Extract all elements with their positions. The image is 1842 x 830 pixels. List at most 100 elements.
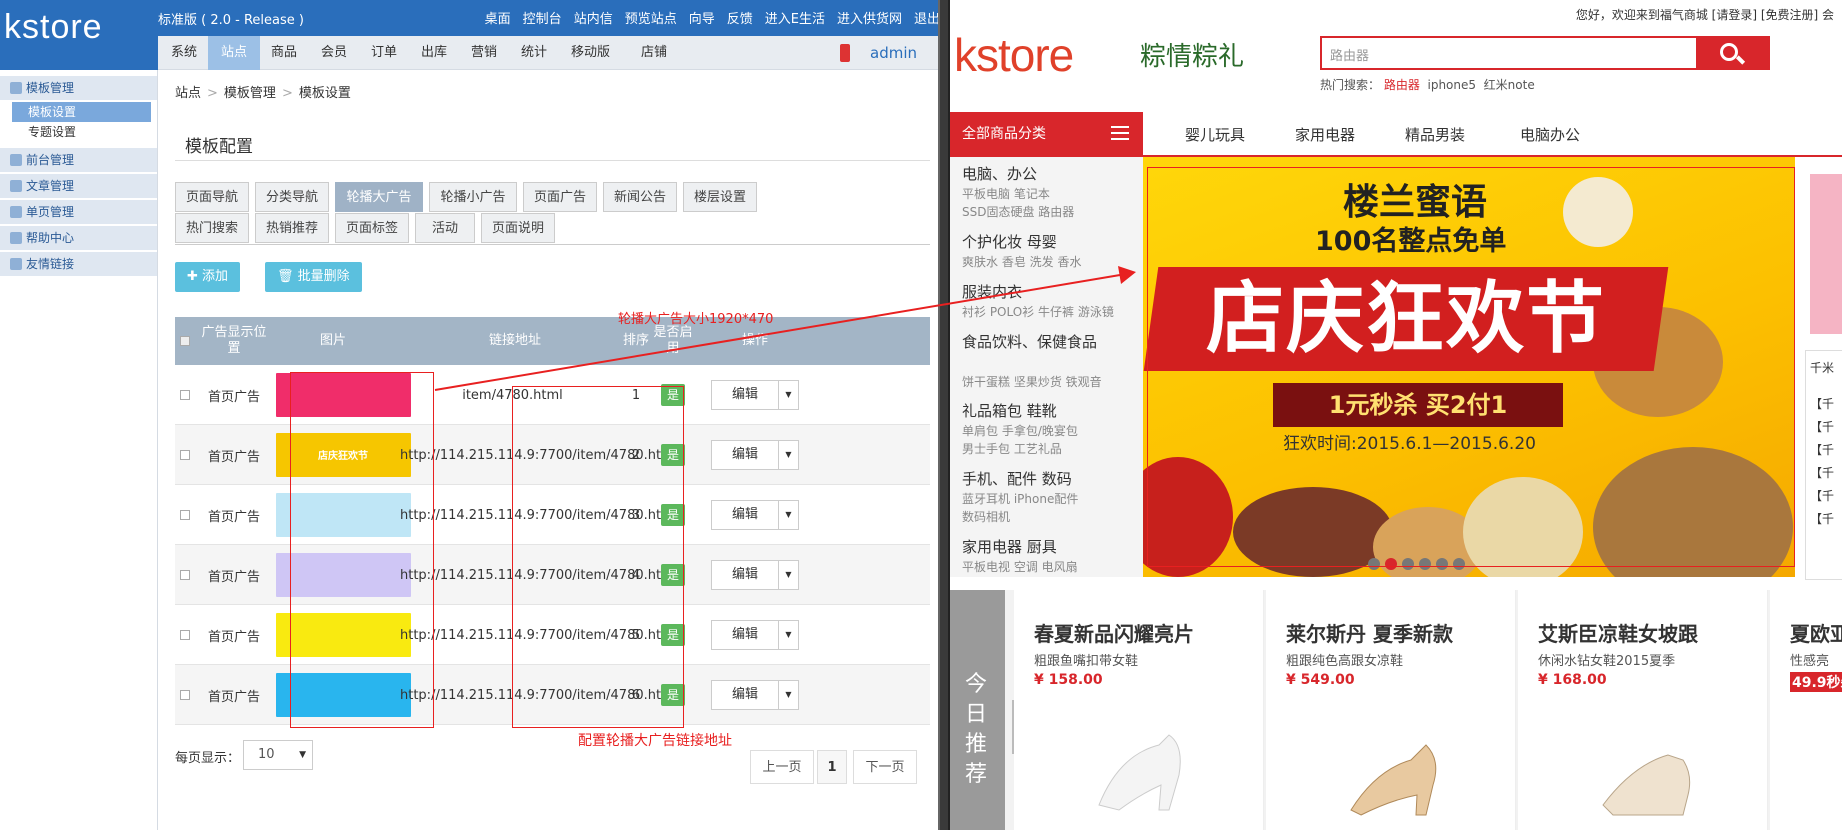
store-logo[interactable]: kstore <box>954 28 1074 82</box>
tab-activity[interactable]: 活动 <box>415 213 475 243</box>
edit-button[interactable]: 编辑 ▼ <box>711 500 799 530</box>
tab-page-ads[interactable]: 页面广告 <box>523 182 597 212</box>
store-nav-toys[interactable]: 婴儿玩具 <box>1185 124 1245 145</box>
top-link-preview[interactable]: 预览站点 <box>625 8 677 27</box>
sidebar-group-articles[interactable]: 文章管理 <box>0 174 157 198</box>
batch-delete-button[interactable]: 🗑 批量删除 <box>265 262 362 292</box>
product-card[interactable]: 春夏新品闪耀亮片 粗跟鱼嘴扣带女鞋 ¥ 158.00 <box>1014 590 1264 830</box>
category-sub[interactable]: 饼干蛋糕 坚果炒货 铁观音 <box>962 373 1102 390</box>
edit-button[interactable]: 编辑 ▼ <box>711 560 799 590</box>
category-food[interactable]: 食品饮料、保健食品 <box>962 331 1097 352</box>
category-computers[interactable]: 电脑、办公 <box>962 163 1037 184</box>
category-appliances[interactable]: 家用电器 厨具 <box>962 536 1057 557</box>
nav-stats[interactable]: 统计 <box>508 36 560 70</box>
breadcrumb-template-mgmt[interactable]: 模板管理 <box>224 86 276 101</box>
side-news-item[interactable]: 【千 <box>1810 510 1834 527</box>
sidebar-group-template[interactable]: 模板管理 <box>0 76 157 100</box>
row-checkbox[interactable] <box>175 425 195 485</box>
edit-label[interactable]: 编辑 <box>712 381 778 409</box>
next-page-button[interactable]: 下一页 <box>853 750 917 784</box>
row-checkbox[interactable] <box>175 365 195 425</box>
tab-floor-settings[interactable]: 楼层设置 <box>683 182 757 212</box>
sidebar-item-template-settings[interactable]: 模板设置 <box>12 102 151 122</box>
hot-term[interactable]: 路由器 <box>1384 78 1420 92</box>
sidebar-group-links[interactable]: 友情链接 <box>0 252 157 276</box>
edit-label[interactable]: 编辑 <box>712 621 778 649</box>
top-link-logout[interactable]: 退出 <box>914 8 940 27</box>
per-page-select[interactable]: 10 ▼ <box>243 740 313 770</box>
tab-hot-recommend[interactable]: 热销推荐 <box>255 213 329 243</box>
category-cosmetics[interactable]: 个护化妆 母婴 <box>962 231 1057 252</box>
product-card[interactable]: 艾斯臣凉鞋女坡跟 休闲水钻女鞋2015夏季 ¥ 168.00 <box>1518 590 1768 830</box>
store-nav-computers[interactable]: 电脑办公 <box>1520 124 1580 145</box>
nav-shop[interactable]: 店铺 <box>628 36 680 70</box>
category-sub[interactable]: 男士手包 工艺礼品 <box>962 440 1062 457</box>
nav-site[interactable]: 站点 <box>208 36 261 70</box>
nav-member[interactable]: 会员 <box>308 36 360 70</box>
category-sub[interactable]: SSD固态硬盘 路由器 <box>962 203 1074 220</box>
category-sub[interactable]: 平板电脑 笔记本 <box>962 185 1050 202</box>
sidebar-group-frontend[interactable]: 前台管理 <box>0 148 157 172</box>
edit-button[interactable]: 编辑 ▼ <box>711 680 799 710</box>
caret-down-icon[interactable]: ▼ <box>778 381 798 409</box>
tab-page-nav[interactable]: 页面导航 <box>175 182 249 212</box>
tab-small-carousel[interactable]: 轮播小广告 <box>429 182 517 212</box>
edit-button[interactable]: 编辑 ▼ <box>711 440 799 470</box>
category-bags[interactable]: 礼品箱包 鞋靴 <box>962 400 1057 421</box>
side-news-item[interactable]: 【千 <box>1810 395 1834 412</box>
row-checkbox[interactable] <box>175 665 195 725</box>
side-news-item[interactable]: 【千 <box>1810 487 1834 504</box>
edit-button[interactable]: 编辑 ▼ <box>711 620 799 650</box>
tab-news[interactable]: 新闻公告 <box>603 182 677 212</box>
product-card[interactable]: 夏欧亚 性感亮 49.9秒杀 <box>1770 590 1842 830</box>
sidebar-group-pages[interactable]: 单页管理 <box>0 200 157 224</box>
edit-button[interactable]: 编辑 ▼ <box>711 380 799 410</box>
top-link-feedback[interactable]: 反馈 <box>727 8 753 27</box>
edit-label[interactable]: 编辑 <box>712 681 778 709</box>
add-button[interactable]: ✚ 添加 <box>175 262 241 292</box>
tab-hot-search[interactable]: 热门搜索 <box>175 213 249 243</box>
hot-term[interactable]: 红米note <box>1484 78 1535 92</box>
category-sub[interactable]: 平板电视 空调 电风扇 <box>962 558 1078 575</box>
side-news-item[interactable]: 【千 <box>1810 418 1834 435</box>
top-link-desktop[interactable]: 桌面 <box>485 8 511 27</box>
nav-goods[interactable]: 商品 <box>258 36 310 70</box>
top-link-elife[interactable]: 进入E生活 <box>765 8 825 27</box>
store-nav-appliances[interactable]: 家用电器 <box>1295 124 1355 145</box>
carousel-banner[interactable]: 楼兰蜜语 100名整点免单 店庆狂欢节 1元秒杀 买2付1 狂欢时间:2015.… <box>1143 157 1795 577</box>
tab-page-tags[interactable]: 页面标签 <box>335 213 409 243</box>
category-sub[interactable]: 数码相机 <box>962 508 1010 525</box>
side-news-item[interactable]: 千米 <box>1810 359 1834 376</box>
username[interactable]: admin <box>870 36 917 70</box>
top-link-inbox[interactable]: 站内信 <box>574 8 613 27</box>
page-number[interactable]: 1 <box>817 750 847 784</box>
category-sub[interactable]: 爽肤水 香皂 洗发 香水 <box>962 253 1081 270</box>
category-sub[interactable]: 衬衫 POLO衫 牛仔裤 游泳镜 <box>962 303 1114 320</box>
all-categories-button[interactable]: 全部商品分类 <box>950 112 1143 156</box>
window-divider[interactable] <box>938 0 950 830</box>
caret-down-icon[interactable]: ▼ <box>778 501 798 529</box>
nav-marketing[interactable]: 营销 <box>458 36 510 70</box>
search-box[interactable]: 路由器 <box>1320 36 1770 70</box>
top-link-supply[interactable]: 进入供货网 <box>837 8 902 27</box>
caret-down-icon[interactable]: ▼ <box>778 561 798 589</box>
row-checkbox[interactable] <box>175 545 195 605</box>
tab-large-carousel[interactable]: 轮播大广告 <box>335 182 423 212</box>
category-phones[interactable]: 手机、配件 数码 <box>962 468 1072 489</box>
row-checkbox[interactable] <box>175 485 195 545</box>
caret-down-icon[interactable]: ▼ <box>778 621 798 649</box>
side-news-item[interactable]: 【千 <box>1810 464 1834 481</box>
nav-system[interactable]: 系统 <box>158 36 210 70</box>
nav-outbound[interactable]: 出库 <box>408 36 460 70</box>
product-card[interactable]: 莱尔斯丹 夏季新款 粗跟纯色高跟女凉鞋 ¥ 549.00 <box>1266 590 1516 830</box>
sidebar-group-help[interactable]: 帮助中心 <box>0 226 157 250</box>
tab-category-nav[interactable]: 分类导航 <box>255 182 329 212</box>
user-menu[interactable]: admin <box>840 36 950 70</box>
search-button[interactable] <box>1696 38 1768 68</box>
hot-term[interactable]: iphone5 <box>1428 78 1477 92</box>
breadcrumb-site[interactable]: 站点 <box>175 86 201 101</box>
edit-label[interactable]: 编辑 <box>712 441 778 469</box>
store-nav-menswear[interactable]: 精品男装 <box>1405 124 1465 145</box>
category-sub[interactable]: 单肩包 手拿包/晚宴包 <box>962 422 1078 439</box>
category-apparel[interactable]: 服装内衣 <box>962 281 1022 302</box>
